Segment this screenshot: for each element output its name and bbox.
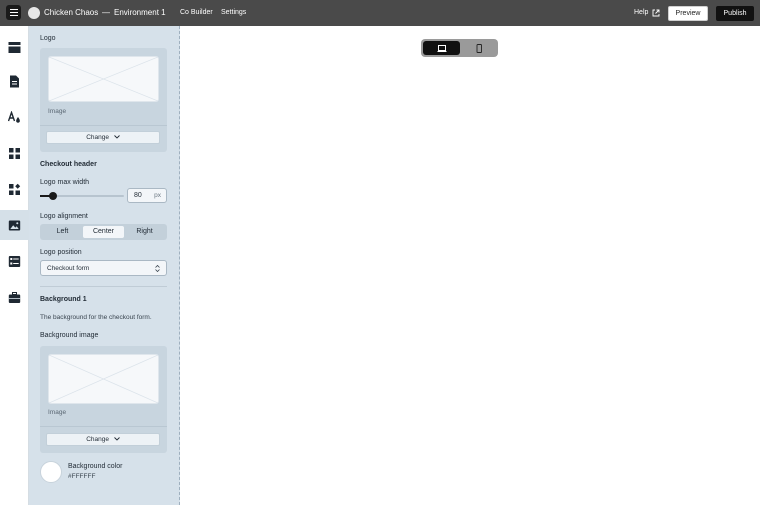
- menu-icon[interactable]: [6, 5, 21, 20]
- typography-icon: [8, 110, 20, 123]
- background-title: Background 1: [40, 296, 87, 303]
- grid-icon: [9, 147, 20, 159]
- environment-name[interactable]: Environment 1: [114, 8, 166, 17]
- alignment-option-left[interactable]: Left: [42, 226, 83, 238]
- logo-width-unit: px: [154, 192, 161, 199]
- checkout-header-title: Checkout header: [40, 161, 97, 168]
- background-image-box: Image Change: [40, 346, 167, 453]
- nav-co-builder[interactable]: Co Builder: [180, 9, 213, 16]
- device-mobile-button[interactable]: [461, 41, 496, 55]
- background-color-label: Background color: [68, 463, 123, 470]
- logo-position-select[interactable]: Checkout form: [40, 260, 167, 276]
- rail-item-typography[interactable]: [0, 102, 29, 132]
- preview-button[interactable]: Preview: [668, 6, 708, 21]
- divider: [40, 426, 167, 427]
- alignment-option-right[interactable]: Right: [124, 226, 165, 238]
- logo-max-width-label: Logo max width: [40, 179, 90, 186]
- document-icon: [10, 75, 19, 87]
- background-description: The background for the checkout form.: [40, 314, 152, 321]
- logo-alignment-control: Left Center Right: [40, 224, 167, 240]
- icon-rail: [0, 26, 29, 505]
- image-icon: [8, 220, 21, 230]
- device-toggle: [421, 39, 498, 57]
- background-image-caption: Image: [48, 409, 67, 416]
- logo-position-value: Checkout form: [47, 265, 90, 272]
- help-link[interactable]: Help: [634, 9, 648, 16]
- rail-item-briefcase[interactable]: [0, 282, 29, 312]
- chevron-up-down-icon: [155, 264, 160, 273]
- external-link-icon[interactable]: [652, 9, 660, 17]
- app-logo: [28, 7, 40, 19]
- briefcase-icon: [8, 291, 21, 303]
- top-bar: Chicken Chaos — Environment 1 Co Builder…: [0, 0, 760, 26]
- publish-button[interactable]: Publish: [716, 6, 754, 21]
- device-desktop-button[interactable]: [423, 41, 460, 55]
- rail-item-grid[interactable]: [0, 138, 29, 168]
- logo-width-value: 80: [134, 192, 142, 199]
- logo-image-caption: Image: [48, 108, 67, 115]
- chevron-down-icon: [113, 437, 120, 441]
- puzzle-icon: [9, 183, 21, 195]
- logo-image-box: Image Change: [40, 48, 167, 152]
- logo-change-button[interactable]: Change: [46, 131, 160, 144]
- rail-item-image[interactable]: [0, 210, 29, 240]
- image-placeholder-icon: [48, 56, 159, 102]
- app-name[interactable]: Chicken Chaos: [44, 8, 98, 17]
- rail-item-layout[interactable]: [0, 32, 29, 62]
- image-placeholder-icon: [48, 354, 159, 404]
- logo-width-slider-thumb[interactable]: [49, 192, 57, 200]
- background-image-label: Background image: [40, 332, 99, 339]
- rail-item-puzzle[interactable]: [0, 174, 29, 204]
- alignment-option-center[interactable]: Center: [83, 226, 124, 238]
- section-divider: [40, 286, 167, 287]
- chevron-down-icon: [113, 135, 120, 139]
- mobile-icon: [476, 43, 482, 53]
- list-icon: [8, 255, 21, 267]
- nav-settings[interactable]: Settings: [221, 9, 246, 16]
- environment-separator: —: [102, 8, 110, 17]
- layout-icon: [8, 41, 21, 53]
- logo-alignment-label: Logo alignment: [40, 213, 88, 220]
- rail-item-list[interactable]: [0, 246, 29, 276]
- logo-change-label: Change: [86, 134, 109, 141]
- logo-label: Logo: [40, 35, 56, 42]
- background-image-placeholder[interactable]: [48, 354, 159, 404]
- background-color-swatch[interactable]: [40, 461, 62, 483]
- background-color-value[interactable]: #FFFFFF: [68, 473, 95, 480]
- rail-item-document[interactable]: [0, 66, 29, 96]
- desktop-icon: [437, 44, 446, 52]
- settings-panel: Logo Image Change Checkout header Logo m…: [29, 26, 180, 505]
- background-change-button[interactable]: Change: [46, 433, 160, 446]
- background-change-label: Change: [86, 436, 109, 443]
- divider: [40, 125, 167, 126]
- logo-image-placeholder[interactable]: [48, 56, 159, 102]
- logo-width-input[interactable]: 80 px: [127, 188, 167, 203]
- logo-position-label: Logo position: [40, 249, 82, 256]
